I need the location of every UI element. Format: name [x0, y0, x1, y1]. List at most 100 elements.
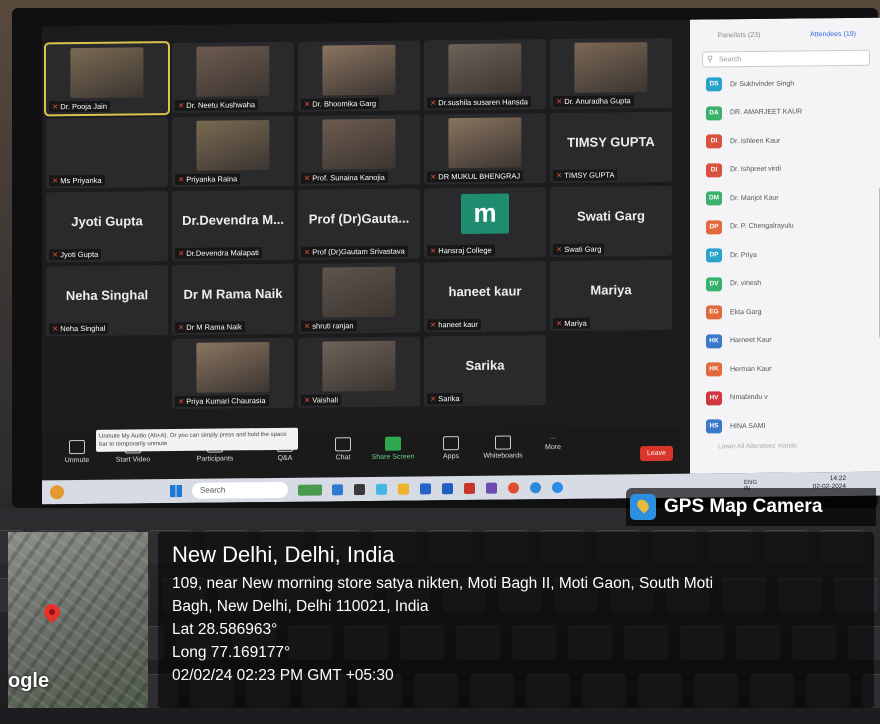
muted-mic-icon: ✕	[556, 96, 563, 107]
attendee-avatar: DI	[706, 162, 722, 177]
tab-attendees[interactable]: Attendees (19)	[790, 26, 876, 45]
participant-name-label: ✕ Neha Singhal	[49, 322, 109, 335]
participant-tile[interactable]: ✕ Ms Priyanka	[46, 117, 168, 189]
attendee-item[interactable]: EG Ekta Garg	[706, 305, 762, 320]
participant-name-label: ✕ Dr M Rama Naik	[175, 321, 245, 334]
participant-tile[interactable]: Dr M Rama Naik ✕ Dr M Rama Naik	[172, 263, 294, 336]
attendee-item[interactable]: HS HINA SAMI	[706, 419, 765, 434]
participant-video	[322, 340, 396, 392]
attendee-item[interactable]: DA DR. AMARJEET KAUR	[706, 105, 802, 120]
app-icon[interactable]	[486, 482, 497, 494]
participant-display-name: TIMSY GUPTA	[567, 134, 655, 151]
participant-tile[interactable]: Sarika ✕ Sarika	[424, 335, 546, 407]
whiteboards-button[interactable]: Whiteboards	[478, 435, 528, 460]
participant-display-name: Dr M Rama Naik	[183, 286, 283, 303]
video-grid: ✕ Dr. Pooja Jain ✕ Dr. Neetu Kushwaha ✕ Dr. B…	[42, 37, 682, 425]
participant-tile[interactable]: m ✕ Hansraj College	[424, 187, 546, 259]
participant-name: Dr. Pooja Jain	[60, 101, 107, 112]
taskbar-search[interactable]: Search	[192, 481, 288, 499]
share-screen-button[interactable]: Share Screen	[368, 436, 418, 461]
muted-mic-icon: ✕	[178, 248, 185, 258]
microphone-icon	[69, 439, 85, 455]
participant-name: Priyanka Raina	[186, 174, 238, 184]
attendee-item[interactable]: HK Herman Kaur	[706, 362, 772, 377]
participant-name-label: ✕ DR MUKUL BHENGRAJ	[427, 170, 524, 183]
lower-hands-button[interactable]: Lower All Attendees' Hands	[718, 443, 797, 451]
attendee-item[interactable]: DP Dr. Priya	[706, 248, 757, 263]
laptop-bezel: ✕ Dr. Pooja Jain ✕ Dr. Neetu Kushwaha ✕ Dr. B…	[12, 8, 880, 508]
attendee-avatar: HS	[706, 419, 722, 434]
attendee-name: Harneet Kaur	[730, 336, 772, 345]
chrome-icon[interactable]	[508, 482, 519, 494]
participant-tile[interactable]: ✕ Dr. Bhoomika Garg	[298, 40, 420, 112]
attendee-item[interactable]: DP Dr. P. Chengalrayulu	[706, 219, 794, 234]
app-icon[interactable]	[552, 481, 563, 494]
participant-tile[interactable]: TIMSY GUPTA ✕ TIMSY GUPTA	[550, 111, 672, 184]
gps-city: New Delhi, Delhi, India	[172, 542, 395, 567]
participant-tile[interactable]: Swati Garg ✕ Swati Garg	[550, 185, 672, 258]
participant-tile[interactable]: ✕ shruti ranjan	[298, 262, 420, 334]
participant-tile[interactable]: ✕ Prof. Sunaina Kanojia	[298, 114, 420, 186]
participant-tile[interactable]: ✕ Priyanka Raina	[172, 115, 294, 188]
weather-icon[interactable]	[50, 485, 64, 500]
muted-mic-icon: ✕	[556, 318, 563, 329]
attendee-item[interactable]: HV himabindu v	[706, 390, 768, 405]
windows-start-icon[interactable]	[170, 484, 182, 498]
participant-display-name: Mariya	[590, 282, 632, 299]
participant-tile[interactable]: Dr.Devendra M... ✕ Dr.Devendra Malapati	[172, 189, 294, 262]
participant-tile[interactable]: ✕ Priya Kumari Chaurasia	[172, 337, 294, 410]
participant-tile[interactable]: ✕ Dr. Anuradha Gupta	[550, 37, 672, 110]
muted-mic-icon: ✕	[304, 395, 311, 405]
attendee-item[interactable]: DV Dr. vinesh	[706, 276, 761, 291]
attendee-item[interactable]: DS Dr Sukhvinder Singh	[706, 77, 794, 92]
app-icon[interactable]	[442, 483, 453, 495]
participant-name: Jyoti Gupta	[60, 249, 99, 260]
app-icon[interactable]	[464, 482, 475, 494]
participant-tile[interactable]: ✕ Dr.sushila susaren Hansda	[424, 39, 546, 111]
attendee-name: HINA SAMI	[730, 422, 766, 430]
participant-video	[574, 42, 648, 93]
unmute-button[interactable]: Unmute	[52, 439, 102, 465]
participant-tile[interactable]: ✕ Dr. Neetu Kushwaha	[172, 41, 294, 114]
app-icon[interactable]	[332, 484, 343, 496]
attendee-item[interactable]: DI Dr. Ishpreet virdi	[706, 162, 781, 177]
participant-name-label: ✕ Priya Kumari Chaurasia	[175, 395, 269, 408]
more-button[interactable]: ··· More	[528, 435, 578, 452]
attendee-item[interactable]: DM Dr. Manjot Kaur	[706, 191, 779, 206]
attendee-item[interactable]: HK Harneet Kaur	[706, 333, 772, 348]
folder-icon[interactable]	[398, 483, 409, 495]
participant-name-label: ✕ haneet kaur	[427, 318, 481, 331]
participant-name: Prof. Sunaina Kanojia	[312, 172, 385, 183]
participant-name: Dr.sushila susaren Hansda	[438, 97, 528, 108]
attendee-name: Herman Kaur	[730, 365, 772, 373]
participant-tile[interactable]: Mariya ✕ Mariya	[550, 259, 672, 332]
attendee-search-input[interactable]: Search	[702, 49, 870, 68]
attendee-item[interactable]: DI Dr. Ishleen Kaur	[706, 134, 780, 149]
participant-tile[interactable]: ✕ DR MUKUL BHENGRAJ	[424, 113, 546, 185]
participant-name-label: ✕ Priyanka Raina	[175, 173, 241, 186]
participant-tile[interactable]: ✕ Vaishali	[298, 336, 420, 408]
leave-button[interactable]: Leave	[640, 445, 674, 462]
participant-tile[interactable]: ✕ Dr. Pooja Jain	[44, 41, 170, 117]
attendee-name: Dr. Priya	[730, 251, 757, 259]
participant-video	[322, 118, 396, 170]
participant-tile[interactable]: Jyoti Gupta ✕ Jyoti Gupta	[46, 191, 168, 263]
muted-mic-icon: ✕	[430, 394, 437, 404]
app-icon[interactable]	[354, 484, 365, 496]
participant-tile[interactable]: Neha Singhal ✕ Neha Singhal	[46, 265, 168, 337]
participant-tile[interactable]: Prof (Dr)Gauta... ✕ Prof (Dr)Gautam Srivas…	[298, 188, 420, 260]
app-icon[interactable]	[420, 483, 431, 495]
participant-tile[interactable]: haneet kaur ✕ haneet kaur	[424, 261, 546, 333]
chat-button[interactable]: Chat	[318, 437, 368, 462]
edge-icon[interactable]	[530, 482, 541, 494]
app-icon[interactable]	[298, 484, 322, 496]
app-icon[interactable]	[376, 483, 387, 495]
attendee-avatar: DM	[706, 191, 722, 206]
participant-name: Dr.Devendra Malapati	[186, 248, 259, 258]
muted-mic-icon: ✕	[52, 324, 59, 334]
tab-panelists[interactable]: Panelists (23)	[696, 27, 782, 46]
apps-button[interactable]: Apps	[426, 436, 476, 461]
participant-name: Vaishali	[312, 395, 339, 405]
chat-icon	[335, 437, 351, 452]
participant-video	[448, 43, 522, 95]
